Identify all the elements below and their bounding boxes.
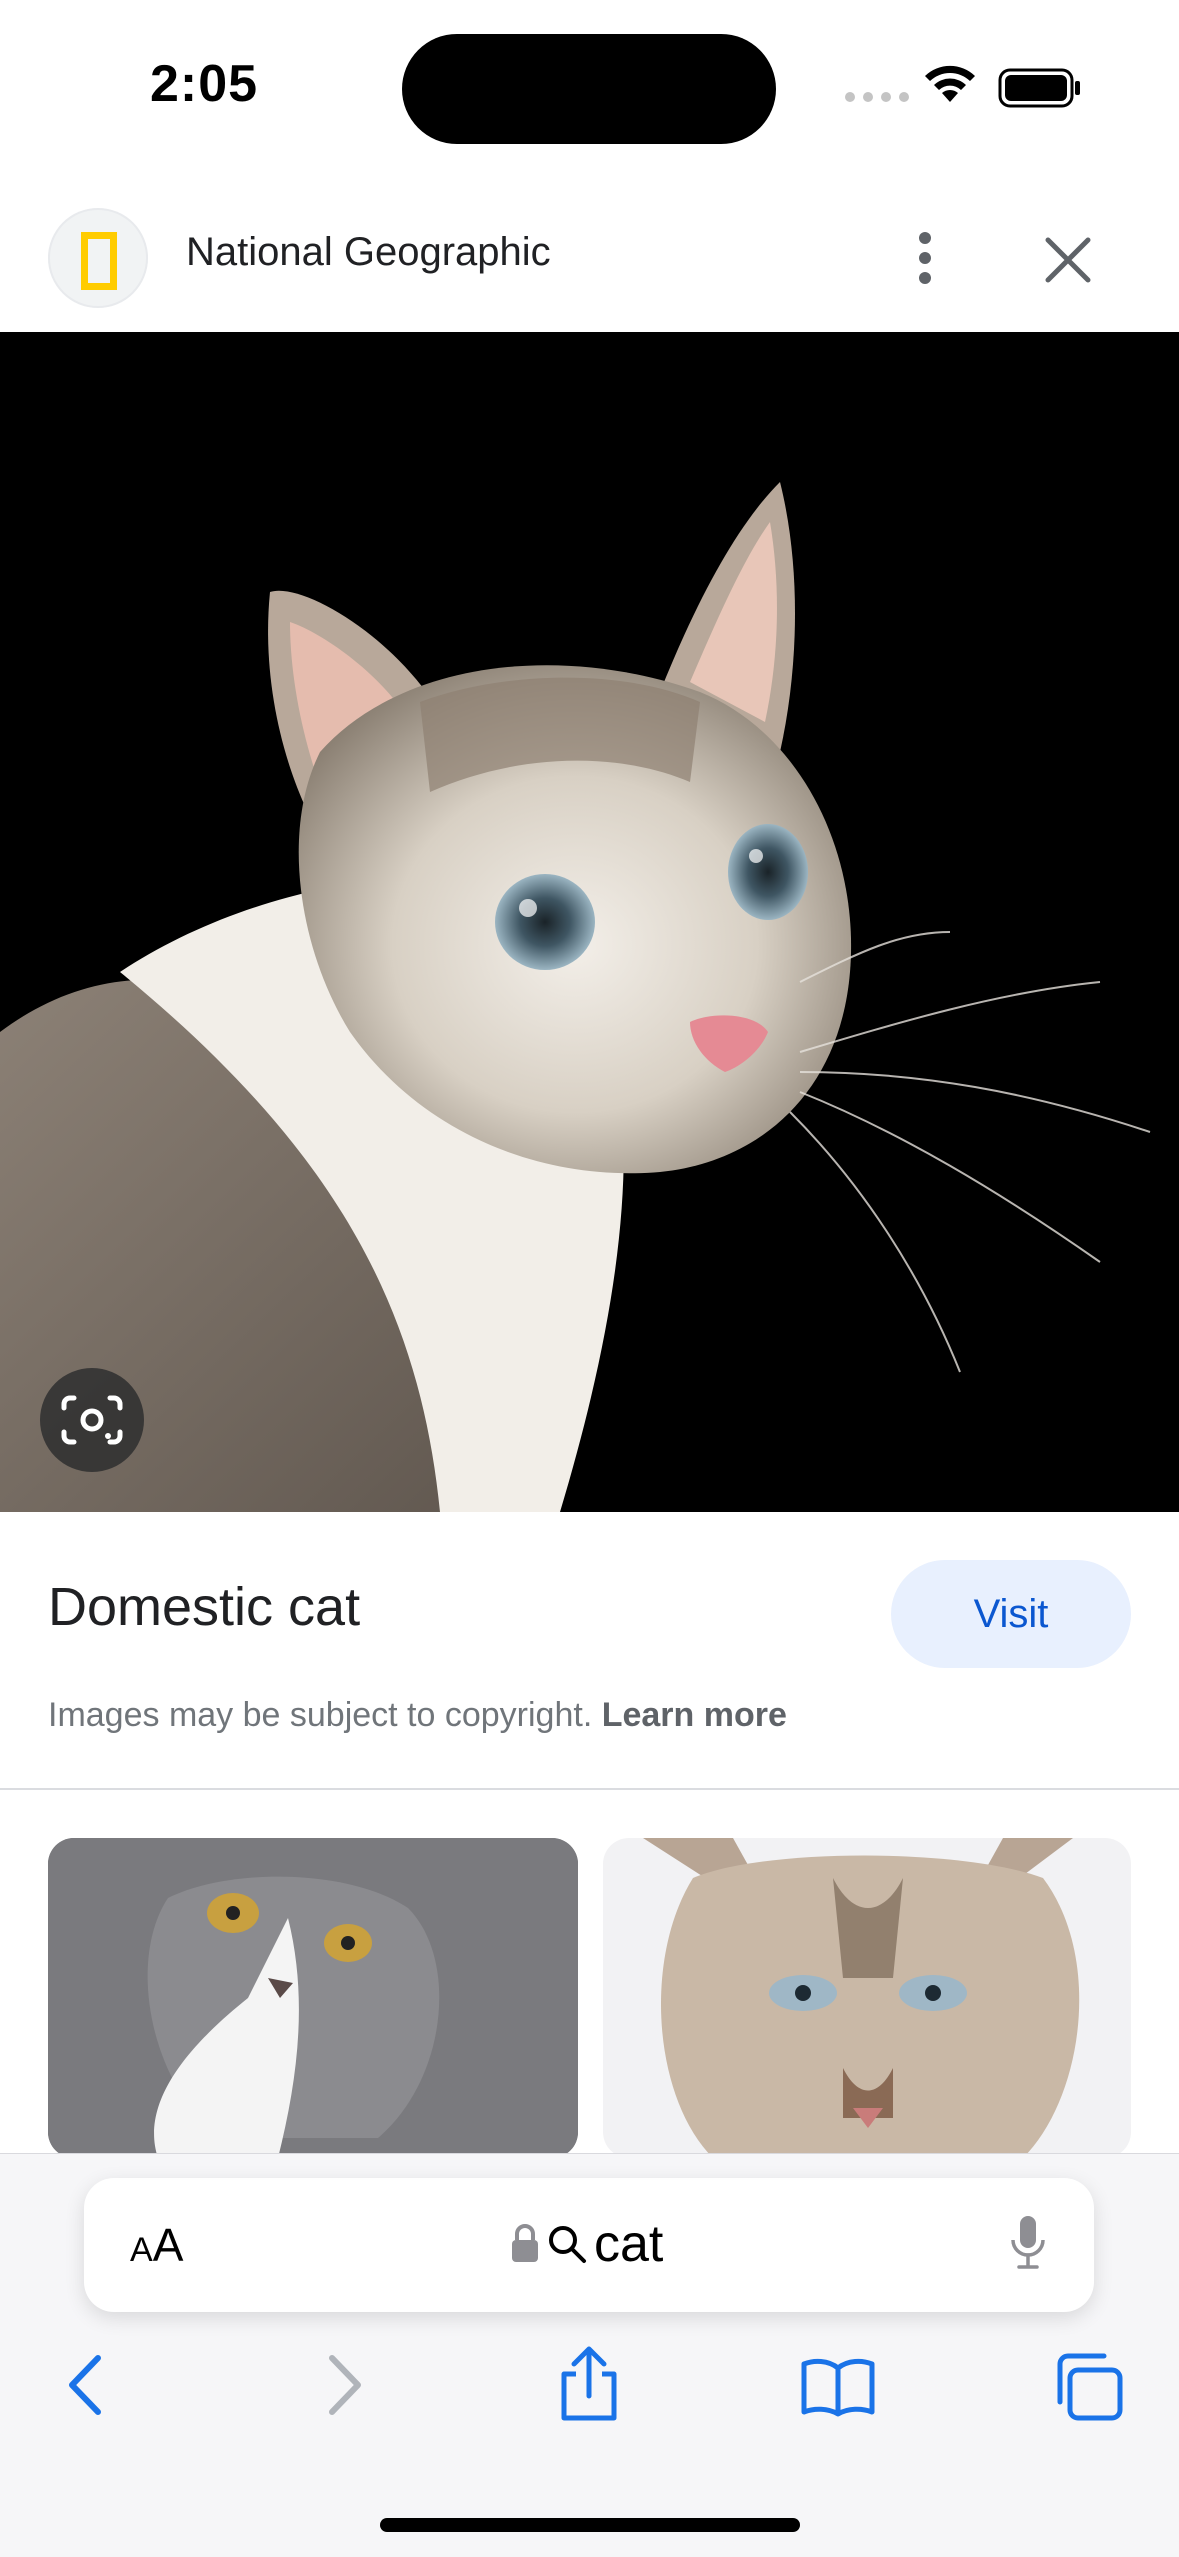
text-size-large-a: A	[152, 2219, 184, 2271]
tabs-icon[interactable]	[1052, 2352, 1124, 2422]
result-title: Domestic cat	[48, 1577, 361, 1637]
address-text[interactable]: cat	[510, 2214, 663, 2274]
cat-illustration	[0, 482, 1151, 1512]
forward-icon[interactable]	[318, 2350, 368, 2420]
bookmarks-icon[interactable]	[800, 2356, 876, 2418]
status-bar: 2:05	[0, 0, 1179, 170]
related-image-2[interactable]	[603, 1838, 1131, 2158]
close-icon[interactable]	[1038, 230, 1098, 290]
visit-button[interactable]: Visit	[891, 1560, 1131, 1668]
mic-icon[interactable]	[1008, 2214, 1048, 2274]
search-query: cat	[594, 2215, 664, 2273]
source-header: National Geographic	[0, 200, 1179, 332]
site-name[interactable]: National Geographic	[186, 230, 551, 275]
more-vert-icon[interactable]	[900, 228, 950, 288]
search-icon	[549, 2226, 586, 2263]
natgeo-logo[interactable]	[48, 208, 148, 308]
cellular-signal-icon	[845, 92, 909, 102]
share-icon[interactable]	[556, 2344, 622, 2424]
divider	[0, 1788, 1179, 1790]
main-image[interactable]	[0, 332, 1179, 1512]
learn-more-link[interactable]: Learn more	[602, 1696, 787, 1734]
text-size-small-a: A	[130, 2231, 153, 2269]
siamese-cat-thumbnail	[603, 1838, 1131, 2158]
wifi-icon	[925, 65, 975, 102]
status-time: 2:05	[150, 55, 259, 113]
google-lens-button[interactable]	[40, 1368, 144, 1472]
lock-icon	[512, 2224, 538, 2262]
text-size-button[interactable]: AA	[130, 2218, 183, 2272]
battery-icon	[998, 68, 1080, 108]
dynamic-island	[402, 34, 776, 144]
gray-cat-thumbnail	[48, 1838, 578, 2158]
home-indicator[interactable]	[380, 2518, 800, 2532]
related-image-1[interactable]	[48, 1838, 578, 2158]
google-lens-icon	[61, 1395, 123, 1445]
copyright-text: Images may be subject to copyright.	[48, 1696, 593, 1734]
copyright-notice: Images may be subject to copyright. Lear…	[48, 1696, 787, 1735]
back-icon[interactable]	[62, 2350, 112, 2420]
